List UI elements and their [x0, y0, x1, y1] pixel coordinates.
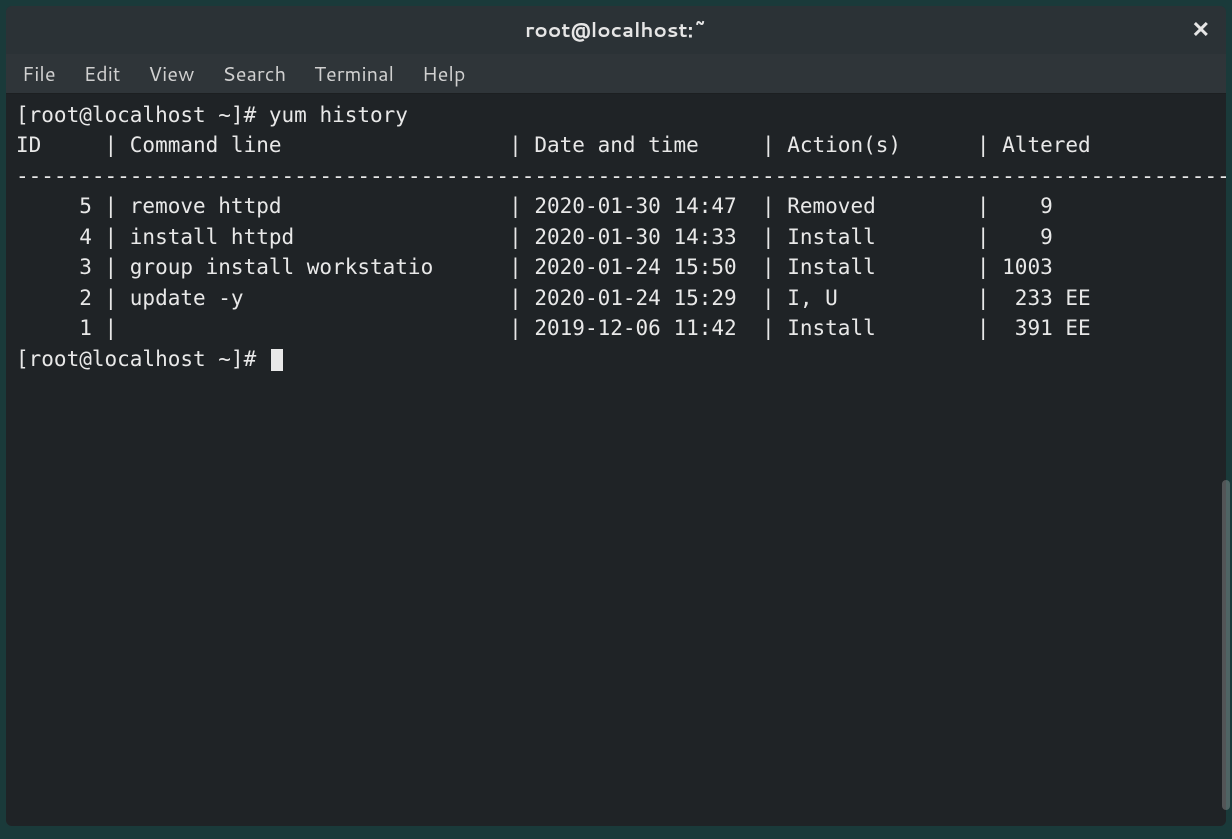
- command: yum history: [269, 103, 408, 127]
- scrollbar[interactable]: [1222, 480, 1230, 810]
- table-row: 2 | update -y | 2020-01-24 15:29 | I, U …: [16, 286, 1091, 310]
- prompt-line-1: [root@localhost ~]# yum history: [16, 103, 408, 127]
- window-title: root@localhost:~: [525, 16, 707, 44]
- menu-edit[interactable]: Edit: [84, 60, 121, 88]
- terminal-window: root@localhost:~ ✕ File Edit View Search…: [6, 6, 1226, 826]
- menu-help[interactable]: Help: [422, 60, 465, 88]
- titlebar[interactable]: root@localhost:~ ✕: [6, 6, 1226, 54]
- menu-view[interactable]: View: [148, 60, 194, 88]
- table-row: 5 | remove httpd | 2020-01-30 14:47 | Re…: [16, 194, 1053, 218]
- menu-file[interactable]: File: [22, 60, 56, 88]
- prompt: [root@localhost ~]#: [16, 347, 269, 371]
- menu-terminal[interactable]: Terminal: [314, 60, 394, 88]
- menu-search[interactable]: Search: [222, 60, 286, 88]
- terminal-output[interactable]: [root@localhost ~]# yum history ID | Com…: [6, 94, 1226, 826]
- table-separator: ----------------------------------------…: [16, 164, 1226, 188]
- menubar: File Edit View Search Terminal Help: [6, 54, 1226, 94]
- table-row: 1 | | 2019-12-06 11:42 | Install | 391 E…: [16, 316, 1091, 340]
- cursor-icon: [271, 349, 283, 371]
- prompt-line-2: [root@localhost ~]#: [16, 347, 283, 371]
- prompt: [root@localhost ~]#: [16, 103, 269, 127]
- close-icon[interactable]: ✕: [1192, 19, 1210, 41]
- table-row: 4 | install httpd | 2020-01-30 14:33 | I…: [16, 225, 1053, 249]
- table-header: ID | Command line | Date and time | Acti…: [16, 133, 1091, 157]
- table-row: 3 | group install workstatio | 2020-01-2…: [16, 255, 1053, 279]
